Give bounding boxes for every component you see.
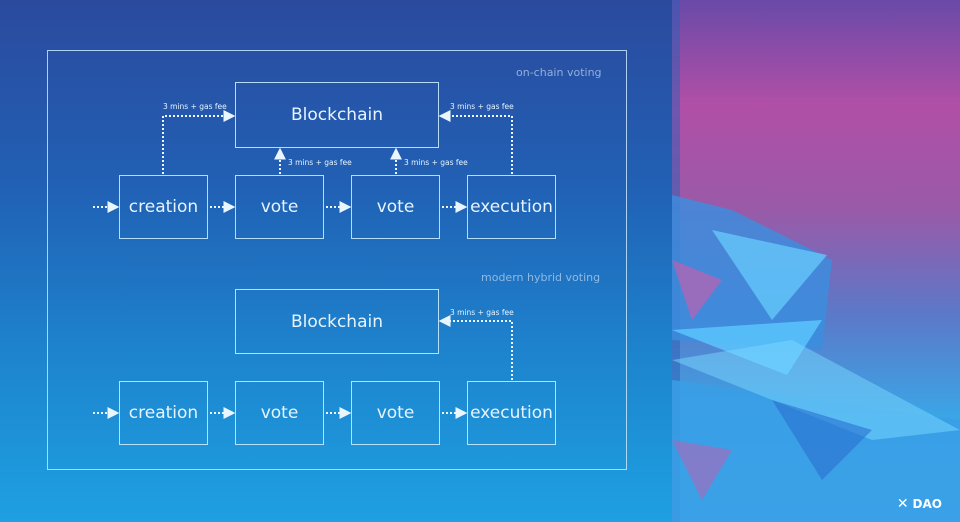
fee-label: 3 mins + gas fee <box>450 102 514 111</box>
crystal-shapes <box>672 195 960 522</box>
blockchain-box-bottom: Blockchain <box>235 289 439 354</box>
step-vote1-bottom: vote <box>235 381 324 445</box>
step-vote1-top: vote <box>235 175 324 239</box>
step-creation-top: creation <box>119 175 208 239</box>
logo-text: DAO <box>912 497 942 511</box>
step-execution-bottom: execution <box>467 381 556 445</box>
dao-logo: ✕ DAO <box>897 496 942 512</box>
fee-label: 3 mins + gas fee <box>163 102 227 111</box>
section-label-onchain: on-chain voting <box>516 66 602 79</box>
crystal-artwork: ✕ DAO <box>672 0 960 522</box>
step-vote2-top: vote <box>351 175 440 239</box>
slide-panel: on-chain voting Blockchain creation vote… <box>0 0 672 522</box>
step-execution-top: execution <box>467 175 556 239</box>
fee-label: 3 mins + gas fee <box>450 308 514 317</box>
blockchain-box-top: Blockchain <box>235 82 439 148</box>
section-label-hybrid: modern hybrid voting <box>481 271 601 284</box>
x-logo-icon: ✕ <box>896 496 909 512</box>
fee-label: 3 mins + gas fee <box>288 158 352 167</box>
fee-label: 3 mins + gas fee <box>404 158 468 167</box>
step-creation-bottom: creation <box>119 381 208 445</box>
step-vote2-bottom: vote <box>351 381 440 445</box>
